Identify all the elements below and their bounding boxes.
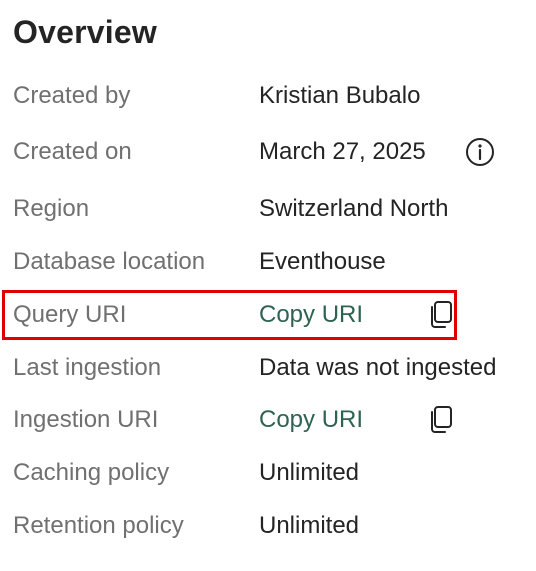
caching-policy-value: Unlimited [259, 459, 360, 486]
created-by-value: Kristian Bubalo [259, 82, 421, 109]
overview-title: Overview [13, 14, 157, 50]
row-last-ingestion: Last ingestion Data was not ingested [0, 348, 536, 388]
last-ingestion-label: Last ingestion [13, 354, 162, 381]
ingestion-uri-copy-link[interactable]: Copy URI [259, 400, 363, 440]
info-icon[interactable] [465, 137, 495, 167]
row-created-on: Created on March 27, 2025 [0, 132, 536, 172]
copy-icon[interactable] [428, 405, 454, 435]
retention-policy-value: Unlimited [259, 512, 360, 539]
region-label: Region [13, 195, 90, 222]
database-location-value: Eventhouse [259, 248, 386, 275]
created-on-value: March 27, 2025 [259, 138, 426, 165]
row-caching-policy: Caching policy Unlimited [0, 453, 536, 493]
created-by-label: Created by [13, 82, 131, 109]
region-value: Switzerland North [259, 195, 449, 222]
row-created-by: Created by Kristian Bubalo [0, 76, 536, 116]
row-database-location: Database location Eventhouse [0, 242, 536, 282]
row-ingestion-uri: Ingestion URI Copy URI [0, 400, 536, 440]
retention-policy-label: Retention policy [13, 512, 184, 539]
created-on-label: Created on [13, 138, 132, 165]
ingestion-uri-label: Ingestion URI [13, 406, 159, 433]
caching-policy-label: Caching policy [13, 459, 170, 486]
last-ingestion-value: Data was not ingested [259, 354, 497, 381]
row-region: Region Switzerland North [0, 189, 536, 229]
row-retention-policy: Retention policy Unlimited [0, 506, 536, 546]
database-location-label: Database location [13, 248, 206, 275]
query-uri-highlight-box [2, 290, 457, 340]
